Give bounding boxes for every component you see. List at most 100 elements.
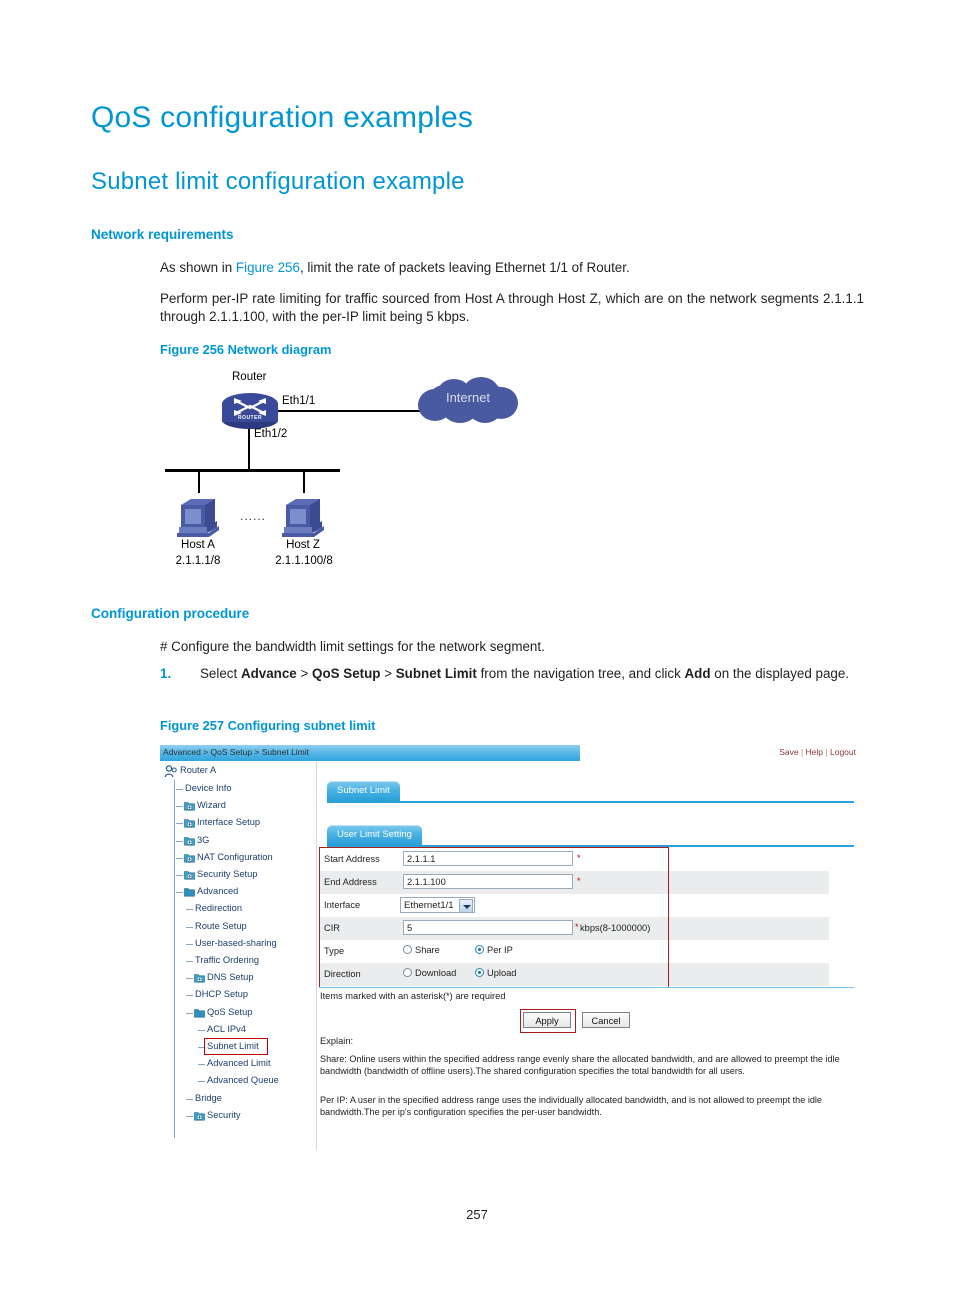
sep-2: | <box>825 747 828 757</box>
explain-heading: Explain: <box>320 1036 354 1046</box>
cir-required: * <box>575 922 579 932</box>
page-number: 257 <box>466 1207 488 1222</box>
form-row-type: Type Share Per IP <box>319 940 829 963</box>
breadcrumb: Advanced > QoS Setup > Subnet Limit <box>163 747 310 757</box>
folder-plus-icon <box>194 1111 205 1121</box>
tab-underline-1 <box>327 801 854 803</box>
form-row-end-address: End Address 2.1.1.100 * <box>319 871 829 894</box>
explain-per-ip-text: Per IP: A user in the specified address … <box>320 1095 822 1117</box>
link-router-internet <box>272 410 422 412</box>
tree-branch-line <box>176 857 183 859</box>
tree-item-label: Wizard <box>197 800 226 811</box>
interface-select[interactable]: Ethernet1/1 <box>400 897 475 913</box>
folder-plus-icon <box>184 836 195 846</box>
link-router-bus <box>248 425 250 471</box>
tab-underline-2 <box>327 845 854 847</box>
tree-item-label: Device Info <box>185 783 232 793</box>
tree-item-label: Security <box>207 1109 241 1120</box>
tree-item-label: Interface Setup <box>197 817 261 828</box>
radio-type-share[interactable]: Share <box>403 945 440 955</box>
tree-item-label: QoS Setup <box>207 1006 253 1017</box>
sep-1: | <box>800 747 804 757</box>
router-badge-label: ROUTER <box>237 415 263 421</box>
host-a-label: Host A <box>181 539 215 551</box>
tree-branch-line <box>186 943 193 945</box>
help-link[interactable]: Help <box>806 747 823 757</box>
radio-dot-download <box>403 968 412 977</box>
host-z-label: Host Z <box>286 539 320 551</box>
step-text-e: from the navigation tree, and click <box>476 666 685 681</box>
figure-256-link[interactable]: Figure 256 <box>236 260 300 275</box>
folder-open-icon <box>194 1008 205 1018</box>
figure-caption-256: Figure 256 Network diagram <box>160 342 332 357</box>
heading-network-requirements: Network requirements <box>91 227 234 242</box>
breadcrumb-bar: Advanced > QoS Setup > Subnet Limit <box>160 745 580 761</box>
tree-branch-line <box>186 1012 193 1014</box>
step-menu-qos-setup: QoS Setup <box>312 666 381 681</box>
end-address-input[interactable]: 2.1.1.100 <box>403 874 573 889</box>
cancel-button[interactable]: Cancel <box>582 1012 630 1028</box>
tree-item-label: NAT Configuration <box>197 851 273 862</box>
heading-configuration-procedure: Configuration procedure <box>91 606 250 621</box>
interface-select-value: Ethernet1/1 <box>404 900 454 911</box>
step-menu-advance: Advance <box>240 666 297 681</box>
radio-dot-per-ip <box>475 945 484 954</box>
label-cir: CIR <box>324 923 341 933</box>
label-end-address: End Address <box>324 877 377 887</box>
para1-text-b: , limit the rate of packets leaving Ethe… <box>299 260 630 275</box>
logout-link[interactable]: Logout <box>830 747 856 757</box>
tree-branch-line <box>176 875 183 876</box>
tab-subnet-limit[interactable]: Subnet Limit <box>327 781 400 801</box>
tree-item-label: Advanced Limit <box>207 1058 271 1069</box>
tree-item-label: User-based-sharing <box>195 937 277 948</box>
cir-input[interactable]: 5 <box>403 920 573 935</box>
chevron-down-icon[interactable] <box>458 899 473 913</box>
tree-branch-line <box>176 892 183 894</box>
cir-unit-hint: kbps(8-1000000) <box>580 923 651 933</box>
tree-branch-line <box>176 823 183 825</box>
start-address-required: * <box>577 853 581 863</box>
step-text-a: Select <box>200 666 241 681</box>
step-button-add: Add <box>684 666 711 681</box>
para1-text-a: As shown in <box>160 260 236 275</box>
step-sep-1: > <box>296 666 313 681</box>
tree-item-label: Traffic Ordering <box>195 955 260 965</box>
hosts-ellipsis: ...... <box>240 509 267 523</box>
tree-item-label: DNS Setup <box>207 972 254 983</box>
tree-branch-line <box>198 1029 205 1031</box>
save-link[interactable]: Save <box>779 747 798 757</box>
start-address-input[interactable]: 2.1.1.1 <box>403 851 573 866</box>
ethernet-bus <box>165 469 340 472</box>
tree-item-label: ACL IPv4 <box>207 1023 246 1034</box>
ui-top-bar: Advanced > QoS Setup > Subnet Limit Save… <box>160 745 860 762</box>
tree-item-label: Bridge <box>195 1092 222 1103</box>
folder-plus-icon <box>194 974 205 983</box>
eth1-1-label: Eth1/1 <box>282 395 316 407</box>
radio-type-per-ip[interactable]: Per IP <box>475 945 513 955</box>
form-row-cir: CIR 5 * kbps(8-1000000) <box>319 917 829 940</box>
radio-direction-download[interactable]: Download <box>403 968 456 978</box>
tab-user-limit-setting[interactable]: User Limit Setting <box>327 825 422 845</box>
step-text-f: on the displayed page. <box>710 666 850 681</box>
page-title: QoS configuration examples <box>91 101 474 134</box>
tree-branch-line <box>186 1115 193 1117</box>
folder-plus-icon <box>184 802 195 811</box>
document-page: QoS configuration examples Subnet limit … <box>0 0 954 1296</box>
host-z-ip: 2.1.1.100/8 <box>275 555 333 567</box>
main-panel: Subnet Limit User Limit Setting Start Ad… <box>317 762 860 1150</box>
folder-open-icon <box>184 888 195 897</box>
form-row-direction: Direction Download Upload <box>319 963 829 986</box>
figure-caption-257: Figure 257 Configuring subnet limit <box>160 718 376 733</box>
account-actions: Save | Help | Logout <box>779 747 856 757</box>
router-web-ui-screenshot: Advanced > QoS Setup > Subnet Limit Save… <box>160 745 860 1150</box>
tree-branch-line <box>186 961 193 962</box>
tree-item-label: 3G <box>197 834 210 845</box>
router-label: Router <box>232 371 267 383</box>
radio-direction-upload[interactable]: Upload <box>475 968 516 978</box>
apply-button[interactable]: Apply <box>523 1012 571 1028</box>
tree-branch-line <box>198 1064 205 1066</box>
explain-share-text: Share: Online users within the specified… <box>320 1054 840 1076</box>
tree-item-label: Route Setup <box>195 920 247 931</box>
navigation-tree: Router A Device Info Wizard Interface Setu… <box>160 762 317 1150</box>
eth1-2-label: Eth1/2 <box>254 428 288 440</box>
